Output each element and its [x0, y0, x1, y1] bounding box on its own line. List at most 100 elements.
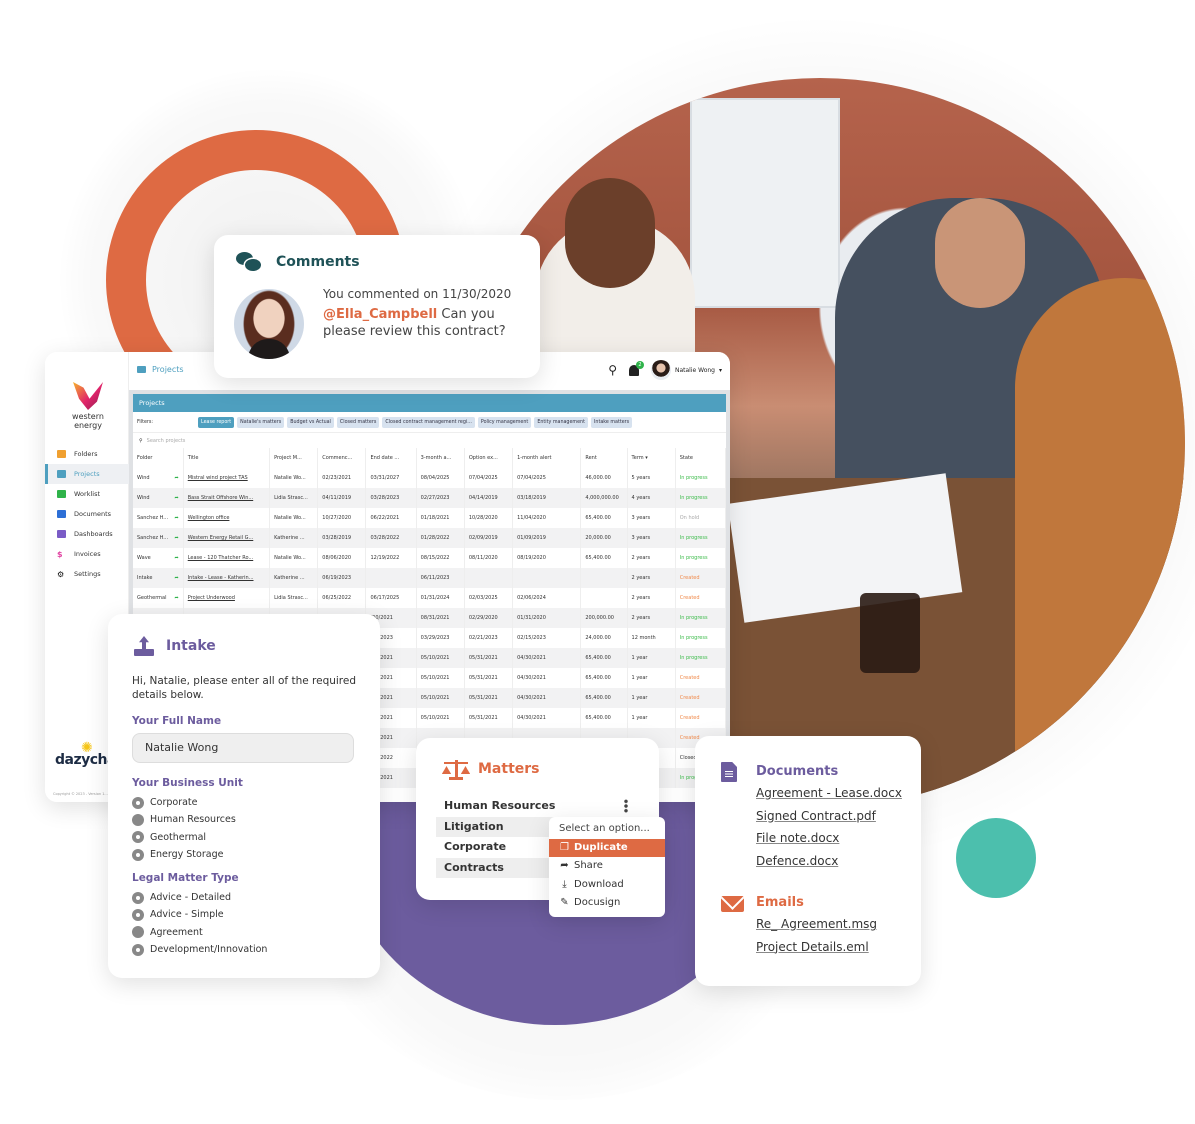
menu-item-download[interactable]: ⤓ Download: [549, 876, 665, 895]
search-projects[interactable]: ⚲ Search projects: [133, 432, 726, 448]
project-title-link[interactable]: Mistral wind project TAS: [188, 475, 248, 481]
table-cell[interactable]: Western Energy Retail G...: [183, 528, 271, 548]
column-header[interactable]: Rent: [580, 448, 628, 468]
radio-option[interactable]: Advice - Detailed: [132, 889, 267, 906]
filter-chip[interactable]: Closed matters: [336, 416, 380, 428]
document-link[interactable]: Defence.docx: [756, 854, 902, 877]
table-cell: 05/10/2021: [416, 668, 465, 688]
column-header[interactable]: Project M...: [269, 448, 319, 468]
radio-option[interactable]: Energy Storage: [132, 846, 236, 863]
radio-option[interactable]: Geothermal: [132, 829, 236, 846]
project-title-link[interactable]: Bass Strait Offshore Win...: [188, 495, 253, 501]
project-title-link[interactable]: Project Underwood: [188, 595, 235, 601]
menu-item-share[interactable]: ➦ Share: [549, 857, 665, 876]
radio-button-icon[interactable]: [132, 831, 144, 844]
radio-option[interactable]: Development/Innovation: [132, 941, 267, 958]
project-title-link[interactable]: Wellington office: [188, 515, 230, 521]
cell-value: 05/10/2021: [420, 715, 450, 721]
document-link[interactable]: File note.docx: [756, 831, 902, 854]
radio-button-icon[interactable]: [132, 891, 144, 904]
table-row[interactable]: Wind ➦ Mistral wind project TAS Natalie Wo.…: [133, 468, 727, 488]
sidebar-item-worklist[interactable]: Worklist: [45, 484, 129, 504]
table-cell[interactable]: Project Underwood: [183, 588, 271, 608]
column-header[interactable]: Term ▾: [627, 448, 676, 468]
table-cell: 03/28/2019: [317, 528, 367, 548]
sidebar-item-invoices[interactable]: $ Invoices: [45, 544, 129, 564]
email-link[interactable]: Re_ Agreement.msg: [756, 917, 877, 940]
sidebar-item-settings[interactable]: ⚙ Settings: [45, 564, 129, 584]
radio-option[interactable]: Human Resources: [132, 811, 236, 828]
filter-chip[interactable]: Policy management: [477, 416, 532, 428]
table-cell[interactable]: Wellington office: [183, 508, 271, 528]
radio-option[interactable]: Agreement: [132, 924, 267, 941]
column-header[interactable]: 1-month alert: [512, 448, 582, 468]
table-cell: 1 year: [627, 668, 676, 688]
sidebar-item-dashboards[interactable]: Dashboards: [45, 524, 129, 544]
filter-chip[interactable]: Intake matters: [590, 416, 633, 428]
table-cell: 02/21/2023: [464, 628, 514, 648]
project-title-link[interactable]: Intake - Lease - Katherin...: [188, 575, 254, 581]
radio-button-icon[interactable]: [132, 908, 144, 921]
radio-button-icon[interactable]: [132, 796, 144, 809]
filter-chip[interactable]: Entity management: [534, 416, 588, 428]
menu-item-duplicate[interactable]: ❐ Duplicate: [549, 838, 665, 857]
table-cell[interactable]: Intake - Lease - Katherin...: [183, 568, 271, 588]
radio-option[interactable]: Advice - Simple: [132, 906, 267, 923]
column-header[interactable]: Title: [183, 448, 271, 468]
person-man-head: [935, 198, 1025, 308]
column-header[interactable]: State: [675, 448, 727, 468]
filter-chip[interactable]: Budget vs Actual: [287, 416, 334, 428]
menu-item-docusign[interactable]: ✎ Docusign: [549, 894, 665, 913]
share-icon: ➦: [560, 860, 569, 872]
legal-matter-type-label: Legal Matter Type: [132, 872, 239, 884]
radio-button-icon[interactable]: [132, 813, 144, 826]
document-link[interactable]: Signed Contract.pdf: [756, 809, 902, 832]
table-cell: 65,400.00: [580, 688, 628, 708]
sidebar-item-documents[interactable]: Documents: [45, 504, 129, 524]
email-link[interactable]: Project Details.eml: [756, 940, 877, 963]
filter-chip[interactable]: Closed contract management regi...: [382, 416, 475, 428]
table-row[interactable]: Wave ➦ Lease - 120 Thatcher Ro... Natalie W…: [133, 548, 727, 568]
project-title-link[interactable]: Lease - 120 Thatcher Ro...: [188, 555, 254, 561]
brand-mark-icon: [73, 382, 103, 410]
sidebar-item-projects[interactable]: Projects: [45, 464, 129, 484]
radio-button-icon[interactable]: [132, 943, 144, 956]
user-menu[interactable]: Natalie Wong ▾: [650, 360, 722, 380]
filter-chip[interactable]: Lease report: [198, 416, 235, 428]
table-cell[interactable]: Lease - 120 Thatcher Ro...: [183, 548, 271, 568]
radio-button-icon[interactable]: [132, 848, 144, 861]
full-name-field[interactable]: Natalie Wong: [132, 733, 354, 763]
table-cell: 05/31/2021: [464, 708, 514, 728]
search-icon[interactable]: ⚲: [608, 363, 617, 377]
bell-icon[interactable]: 2: [628, 360, 644, 376]
table-row[interactable]: Intake ➦ Intake - Lease - Katherin... Kathe…: [133, 568, 727, 588]
table-row[interactable]: Sanchez H... ➦ Wellington office Natalie Wo…: [133, 508, 727, 528]
column-header[interactable]: Folder: [133, 448, 184, 468]
table-row[interactable]: Wind ➦ Bass Strait Offshore Win... Lidia St…: [133, 488, 727, 508]
radio-option[interactable]: Corporate: [132, 794, 236, 811]
breadcrumb[interactable]: Projects: [137, 365, 184, 374]
table-cell[interactable]: Mistral wind project TAS: [183, 468, 271, 488]
mention-link[interactable]: @Ella_Campbell: [323, 307, 437, 322]
radio-label: Geothermal: [150, 831, 207, 843]
menu-item-label: Docusign: [574, 897, 621, 909]
more-options-icon[interactable]: [624, 799, 628, 813]
filter-bar: Filters: Lease report Natalie's matters Bu…: [133, 412, 726, 432]
matter-item[interactable]: Human Resources: [436, 796, 586, 817]
sidebar-item-folders[interactable]: Folders: [45, 444, 129, 464]
radio-button-icon[interactable]: [132, 926, 144, 939]
project-title-link[interactable]: Western Energy Retail G...: [188, 535, 254, 541]
column-header[interactable]: Commenc...: [317, 448, 367, 468]
column-header[interactable]: 3-month a...: [416, 448, 465, 468]
column-header[interactable]: Option ex...: [464, 448, 514, 468]
cell-value: 3 years: [631, 515, 651, 521]
document-link[interactable]: Agreement - Lease.docx: [756, 786, 902, 809]
table-cell[interactable]: Bass Strait Offshore Win...: [183, 488, 271, 508]
column-header[interactable]: End date ...: [365, 448, 417, 468]
filter-chip[interactable]: Natalie's matters: [237, 416, 285, 428]
table-row[interactable]: Sanchez H... ➦ Western Energy Retail G... K…: [133, 528, 727, 548]
table-row[interactable]: Geothermal ➦ Project Underwood Lidia Strasc…: [133, 588, 727, 608]
cell-value: 02/06/2024: [517, 595, 546, 601]
search-input[interactable]: Search projects: [147, 438, 186, 444]
cell-value: 06/25/2022: [322, 595, 352, 601]
